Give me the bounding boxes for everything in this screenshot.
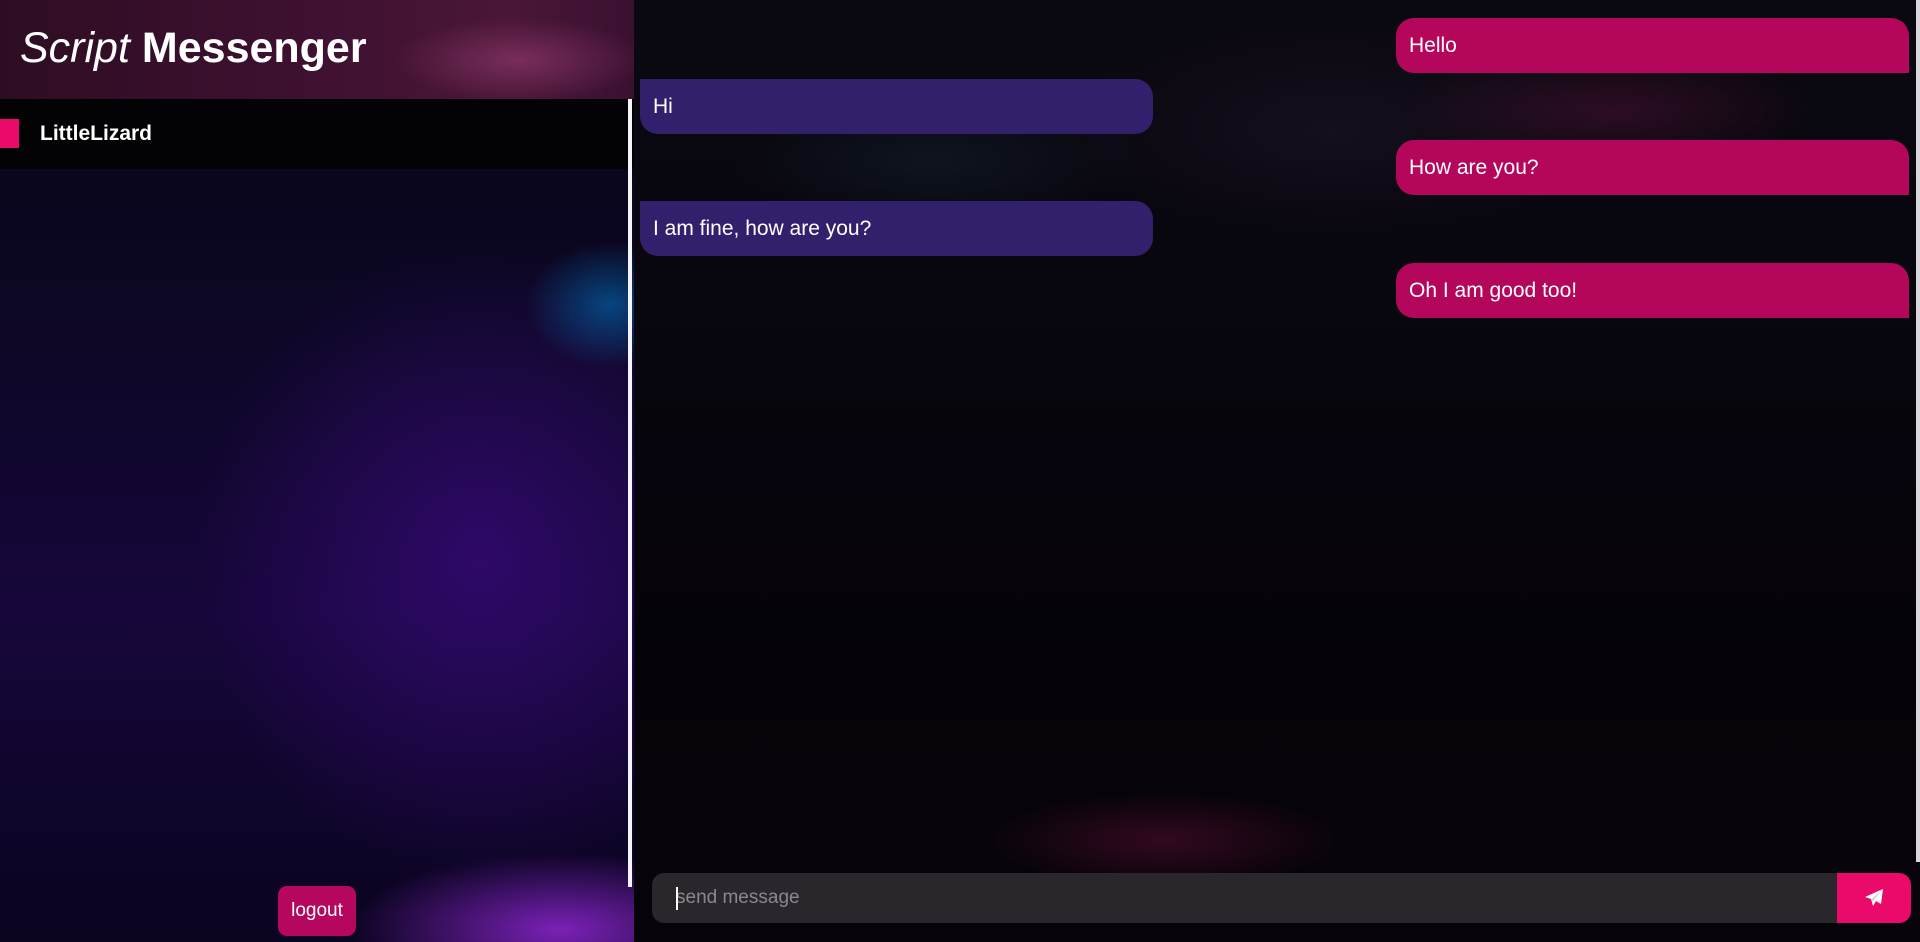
logout-button[interactable]: logout bbox=[278, 886, 356, 936]
paper-plane-icon bbox=[1864, 888, 1884, 908]
contact-item-littlelizard[interactable]: LittleLizard bbox=[0, 99, 634, 169]
messenger-app: Script Messenger LittleLizard logout Hell… bbox=[0, 0, 1920, 942]
contact-name: LittleLizard bbox=[40, 122, 153, 145]
message-bubble-received: Hi bbox=[640, 79, 1153, 134]
chat-panel: Hello Hi How are you? I am fine, how are… bbox=[634, 0, 1920, 942]
app-title-script: Script bbox=[20, 24, 130, 72]
chat-scrollbar[interactable] bbox=[1916, 0, 1920, 862]
message-input[interactable] bbox=[652, 873, 1838, 923]
sidebar-divider bbox=[628, 99, 632, 887]
sidebar: Script Messenger LittleLizard logout bbox=[0, 0, 634, 942]
app-title-messenger: Messenger bbox=[141, 24, 367, 72]
contact-list: LittleLizard bbox=[0, 99, 634, 169]
app-title: Script Messenger bbox=[20, 22, 367, 74]
sidebar-header: Script Messenger bbox=[0, 0, 634, 99]
active-contact-marker bbox=[0, 119, 19, 148]
message-bubble-sent: Oh I am good too! bbox=[1396, 263, 1909, 318]
message-bubble-sent: Hello bbox=[1396, 18, 1909, 73]
text-caret bbox=[676, 887, 678, 910]
message-bubble-sent: How are you? bbox=[1396, 140, 1909, 195]
message-composer bbox=[652, 873, 1911, 923]
send-button[interactable] bbox=[1837, 873, 1911, 923]
message-bubble-received: I am fine, how are you? bbox=[640, 201, 1153, 256]
